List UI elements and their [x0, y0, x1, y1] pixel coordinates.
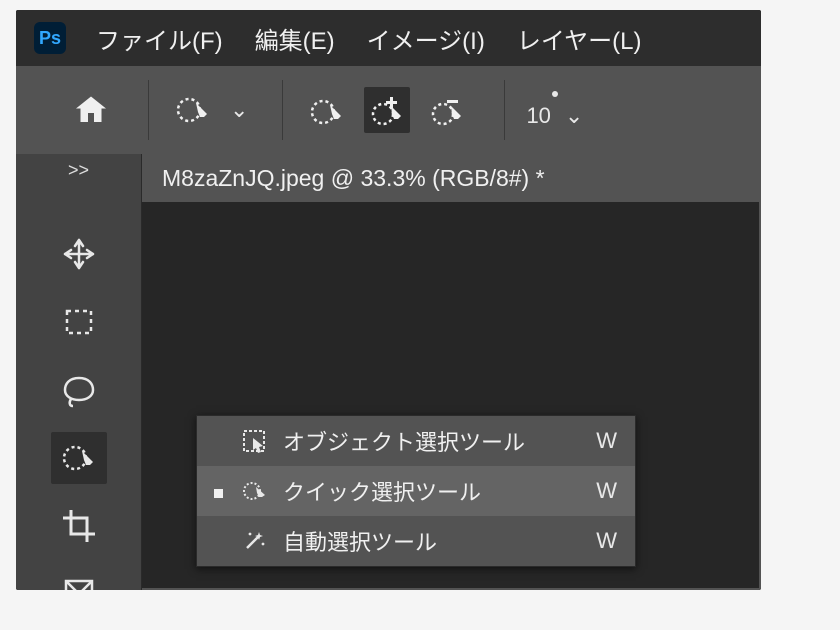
subtract-from-selection-button[interactable]	[424, 87, 470, 133]
menubar: Ps ファイル(F) 編集(E) イメージ(I) レイヤー(L)	[16, 10, 761, 66]
tool-flyout-menu: オブジェクト選択ツール W クイック選択ツール W	[196, 415, 636, 567]
home-button[interactable]	[68, 87, 114, 133]
new-selection-icon	[307, 90, 347, 130]
flyout-item-label: オブジェクト選択ツール	[283, 425, 582, 457]
magic-wand-icon	[239, 528, 269, 554]
quick-selection-tool[interactable]	[51, 432, 107, 484]
menu-image[interactable]: イメージ(I)	[365, 13, 487, 64]
frame-icon	[59, 574, 99, 590]
add-to-selection-button[interactable]	[364, 87, 410, 133]
flyout-object-selection-tool[interactable]: オブジェクト選択ツール W	[197, 416, 635, 466]
crop-icon	[59, 506, 99, 546]
menu-layer[interactable]: レイヤー(L)	[515, 13, 644, 64]
app-logo: Ps	[34, 22, 66, 54]
tools-panel: >>	[16, 154, 142, 590]
marquee-icon	[59, 302, 99, 342]
flyout-item-shortcut: W	[596, 478, 617, 504]
flyout-item-shortcut: W	[596, 428, 617, 454]
quick-selection-flyout-icon	[239, 478, 269, 504]
move-tool[interactable]	[51, 228, 107, 280]
quick-selection-icon	[59, 438, 99, 478]
options-bar: ⌄	[16, 66, 761, 154]
frame-tool[interactable]	[51, 568, 107, 590]
collapse-panels-button[interactable]: >>	[16, 154, 141, 186]
lasso-tool[interactable]	[51, 364, 107, 416]
brush-size-dot-icon	[552, 91, 558, 97]
photoshop-window: Ps ファイル(F) 編集(E) イメージ(I) レイヤー(L) ⌄	[16, 10, 761, 590]
brush-size-picker[interactable]: 10 ⌄	[526, 91, 589, 129]
crop-tool[interactable]	[51, 500, 107, 552]
new-selection-button[interactable]	[304, 87, 350, 133]
flyout-magic-wand-tool[interactable]: 自動選択ツール W	[197, 516, 635, 566]
flyout-quick-selection-tool[interactable]: クイック選択ツール W	[197, 466, 635, 516]
flyout-item-label: 自動選択ツール	[283, 525, 582, 557]
brush-size-value: 10	[526, 103, 550, 129]
document-tab[interactable]: M8zaZnJQ.jpeg @ 33.3% (RGB/8#) *	[142, 154, 761, 202]
home-icon	[73, 92, 109, 128]
move-icon	[59, 234, 99, 274]
tool-preset-dropdown[interactable]: ⌄	[230, 97, 248, 123]
rectangular-marquee-tool[interactable]	[51, 296, 107, 348]
subtract-from-selection-icon	[427, 90, 467, 130]
brush-size-dropdown-caret[interactable]: ⌄	[565, 103, 583, 129]
menu-file[interactable]: ファイル(F)	[94, 13, 225, 64]
flyout-item-label: クイック選択ツール	[283, 475, 582, 507]
menu-edit[interactable]: 編集(E)	[253, 13, 337, 64]
object-selection-icon	[239, 428, 269, 454]
add-to-selection-icon	[367, 90, 407, 130]
document-tab-title: M8zaZnJQ.jpeg @ 33.3% (RGB/8#) *	[162, 165, 545, 192]
flyout-current-marker	[211, 478, 225, 504]
tool-preset-icon[interactable]	[170, 87, 216, 133]
lasso-icon	[59, 370, 99, 410]
quick-selection-brush-icon	[173, 90, 213, 130]
flyout-item-shortcut: W	[596, 528, 617, 554]
